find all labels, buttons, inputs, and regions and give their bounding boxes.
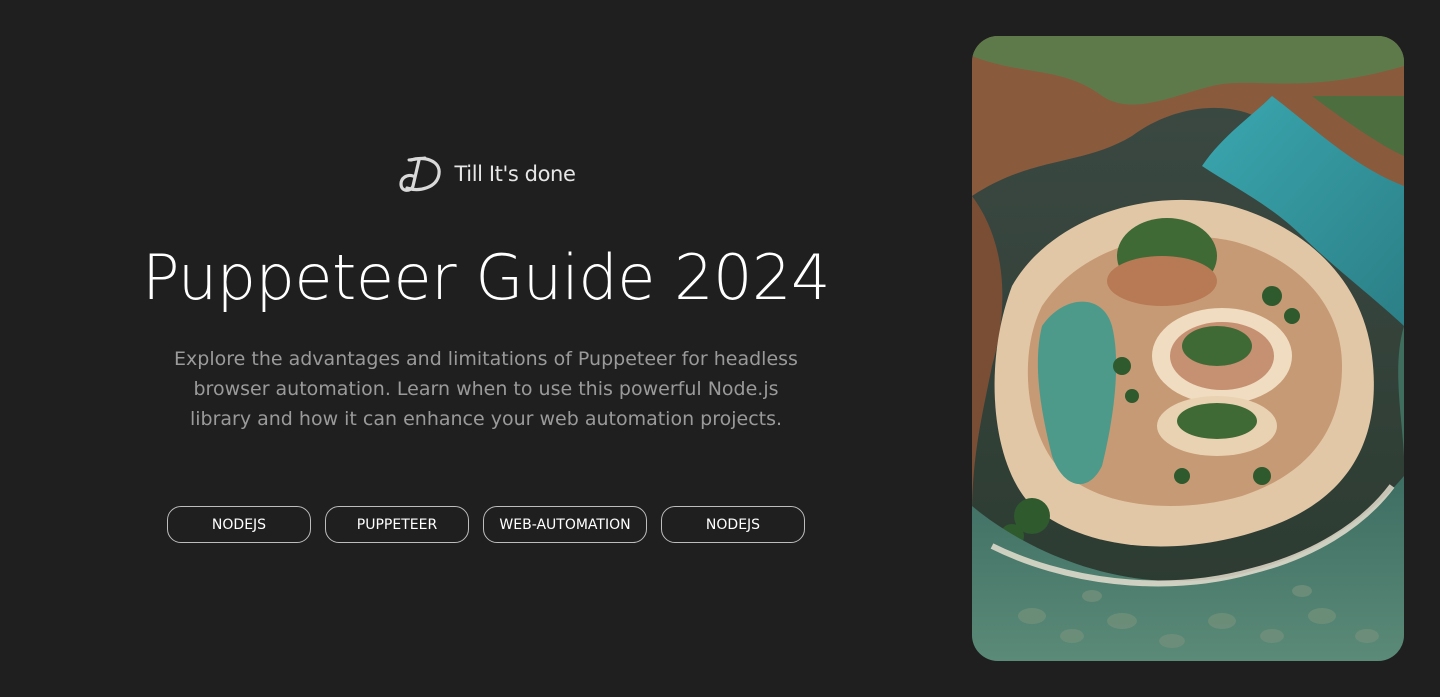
tag-puppeteer[interactable]: PUPPETEER [325, 506, 469, 543]
brand[interactable]: Till It's done [397, 150, 576, 198]
tag-nodejs[interactable]: NODEJS [167, 506, 311, 543]
page-title: Puppeteer Guide 2024 [142, 241, 830, 314]
hero-section: Till It's done Puppeteer Guide 2024 Expl… [140, 150, 832, 543]
page: Till It's done Puppeteer Guide 2024 Expl… [0, 0, 1440, 697]
tag-web-automation[interactable]: WEB-AUTOMATION [483, 506, 647, 543]
aerial-canyon-river-image [972, 36, 1404, 661]
td-monogram-icon [397, 154, 445, 194]
cover-illustration [972, 36, 1404, 661]
page-description: Explore the advantages and limitations o… [174, 348, 798, 430]
brand-name: Till It's done [454, 162, 576, 186]
tag-list: NODEJS PUPPETEER WEB-AUTOMATION NODEJS [167, 506, 805, 543]
tag-nodejs-2[interactable]: NODEJS [661, 506, 805, 543]
